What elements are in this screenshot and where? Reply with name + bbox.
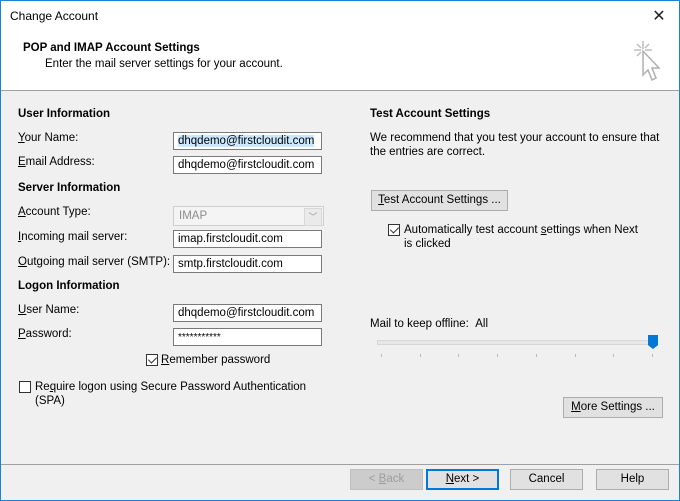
outgoing-server-label: Outgoing mail server (SMTP):: [18, 256, 171, 268]
window-title: Change Account: [10, 9, 99, 23]
your-name-input[interactable]: dhqdemo@firstcloudit.com: [173, 132, 322, 150]
email-address-input[interactable]: dhqdemo@firstcloudit.com: [173, 156, 322, 174]
outgoing-server-input[interactable]: smtp.firstcloudit.com: [173, 255, 322, 273]
incoming-server-input[interactable]: imap.firstcloudit.com: [173, 230, 322, 248]
auto-test-checkbox[interactable]: [388, 224, 400, 236]
dialog-header: POP and IMAP Account Settings Enter the …: [1, 31, 679, 91]
remember-password-label[interactable]: Remember password: [161, 354, 270, 366]
more-settings-button[interactable]: More Settings ...: [563, 397, 663, 418]
password-label: Password:: [18, 328, 72, 340]
logon-info-heading: Logon Information: [18, 280, 120, 292]
slider-tick: [574, 354, 576, 357]
slider-tick: [458, 354, 460, 357]
cancel-button[interactable]: Cancel: [510, 469, 583, 490]
chevron-down-icon: ﹀: [304, 208, 322, 226]
require-spa-checkbox[interactable]: [19, 381, 31, 393]
mail-offline-label: Mail to keep offline: All: [370, 318, 489, 330]
slider-tick: [419, 354, 421, 357]
title-bar: Change Account ✕: [1, 1, 679, 31]
mail-offline-slider-track[interactable]: [377, 340, 656, 345]
remember-password-checkbox[interactable]: [146, 354, 158, 366]
password-input[interactable]: ***********: [173, 328, 322, 346]
account-type-label: Account Type:: [18, 206, 91, 218]
help-button[interactable]: Help: [596, 469, 669, 490]
mail-offline-slider-thumb[interactable]: [648, 335, 658, 349]
test-settings-heading: Test Account Settings: [370, 108, 491, 120]
incoming-server-label: Incoming mail server:: [18, 231, 128, 243]
slider-tick: [497, 354, 499, 357]
cursor-click-icon: [634, 41, 661, 82]
mail-offline-value: All: [475, 318, 489, 330]
your-name-label: Your Name:: [18, 132, 79, 144]
auto-test-label[interactable]: Automatically test account settings when…: [404, 223, 638, 251]
account-type-select[interactable]: IMAP ﹀: [173, 206, 324, 226]
header-subtitle: Enter the mail server settings for your …: [45, 58, 283, 70]
account-type-value: IMAP: [179, 210, 208, 222]
user-name-label: User Name:: [18, 304, 80, 316]
back-button[interactable]: < Back: [350, 469, 423, 490]
slider-tick: [613, 354, 615, 357]
header-title: POP and IMAP Account Settings: [23, 42, 200, 54]
slider-tick: [652, 354, 653, 357]
change-account-dialog: Change Account ✕ POP and IMAP Account Se…: [0, 0, 680, 501]
require-spa-label[interactable]: Require logon using Secure Password Auth…: [35, 380, 306, 408]
test-settings-description: We recommend that you test your account …: [370, 132, 660, 158]
slider-tick: [535, 354, 537, 357]
email-address-label: Email Address:: [18, 156, 95, 168]
slider-tick: [381, 354, 382, 357]
close-icon[interactable]: ✕: [645, 3, 673, 29]
user-info-heading: User Information: [18, 108, 111, 120]
next-button[interactable]: Next >: [426, 469, 499, 490]
user-name-input[interactable]: dhqdemo@firstcloudit.com: [173, 304, 322, 322]
test-account-settings-button[interactable]: Test Account Settings ...: [371, 190, 508, 211]
server-info-heading: Server Information: [18, 182, 121, 194]
footer-separator: [1, 464, 679, 465]
